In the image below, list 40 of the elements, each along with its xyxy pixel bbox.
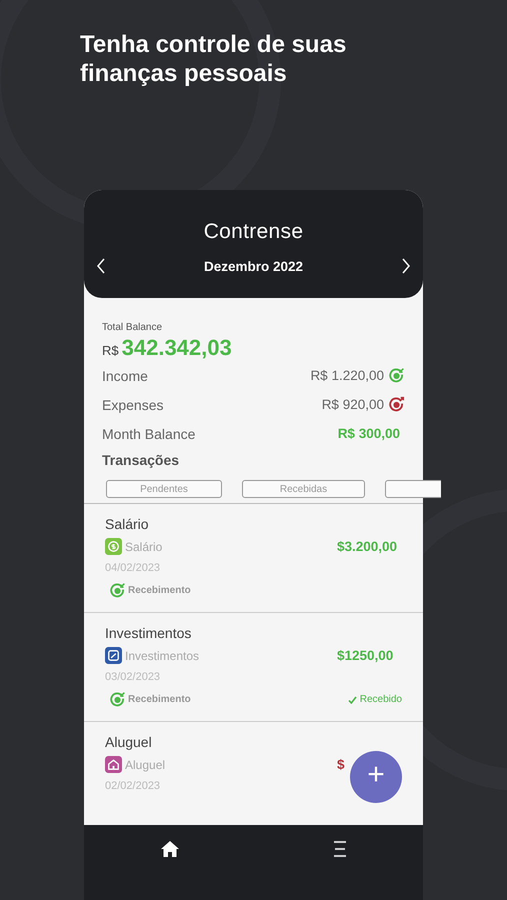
month-label: Dezembro 2022 [204,258,304,274]
transaction-amount: $ [337,757,346,772]
headline: Tenha controle de suas finanças pessoais [80,30,348,88]
menu-icon[interactable] [332,840,347,858]
expense-icon [388,396,405,413]
check-icon [348,696,357,704]
summary-label: Month Balance [102,426,196,442]
transaction-title: Aluguel [105,734,153,750]
transaction-title: Investimentos [105,625,192,641]
transaction-amount: $1250,00 [337,648,394,663]
chevron-left-icon[interactable] [96,258,106,274]
transaction-date: 02/02/2023 [105,780,162,792]
transaction-type: Recebimento [128,694,191,705]
income-icon [388,367,405,384]
summary-value: R$ 300,00 [338,426,400,441]
summary-label: Expenses [102,396,164,412]
transaction-title: Salário [105,516,150,532]
add-button[interactable]: + [350,751,402,803]
transaction-amount: $3.200,00 [337,539,398,554]
summary-value: R$ 920,00 [322,397,384,412]
receipt-icon [109,582,126,599]
total-balance-label: Total Balance [102,322,164,333]
receipt-icon [109,691,126,708]
category-label: Aluguel [125,758,166,772]
section-title: Transações [102,452,180,468]
total-balance: 342.342,03 [122,335,232,361]
category-label: Salário [125,540,164,554]
home-icon[interactable] [160,840,180,858]
transaction-date: 03/02/2023 [105,671,162,683]
chevron-right-icon[interactable] [401,258,411,274]
transaction-type: Recebimento [128,585,191,596]
app-logo: Contrense [204,220,304,244]
category-label: Investimentos [125,648,200,662]
currency-label: R$ [102,343,119,358]
summary-value: R$ 1.220,00 [310,368,384,383]
status-label: Recebido [360,694,402,705]
transaction-date: 04/02/2023 [105,562,162,574]
summary-label: Income [102,368,149,384]
filter-chip[interactable]: Pendentes [106,480,222,498]
filter-chip[interactable]: Recebidas [242,480,365,498]
